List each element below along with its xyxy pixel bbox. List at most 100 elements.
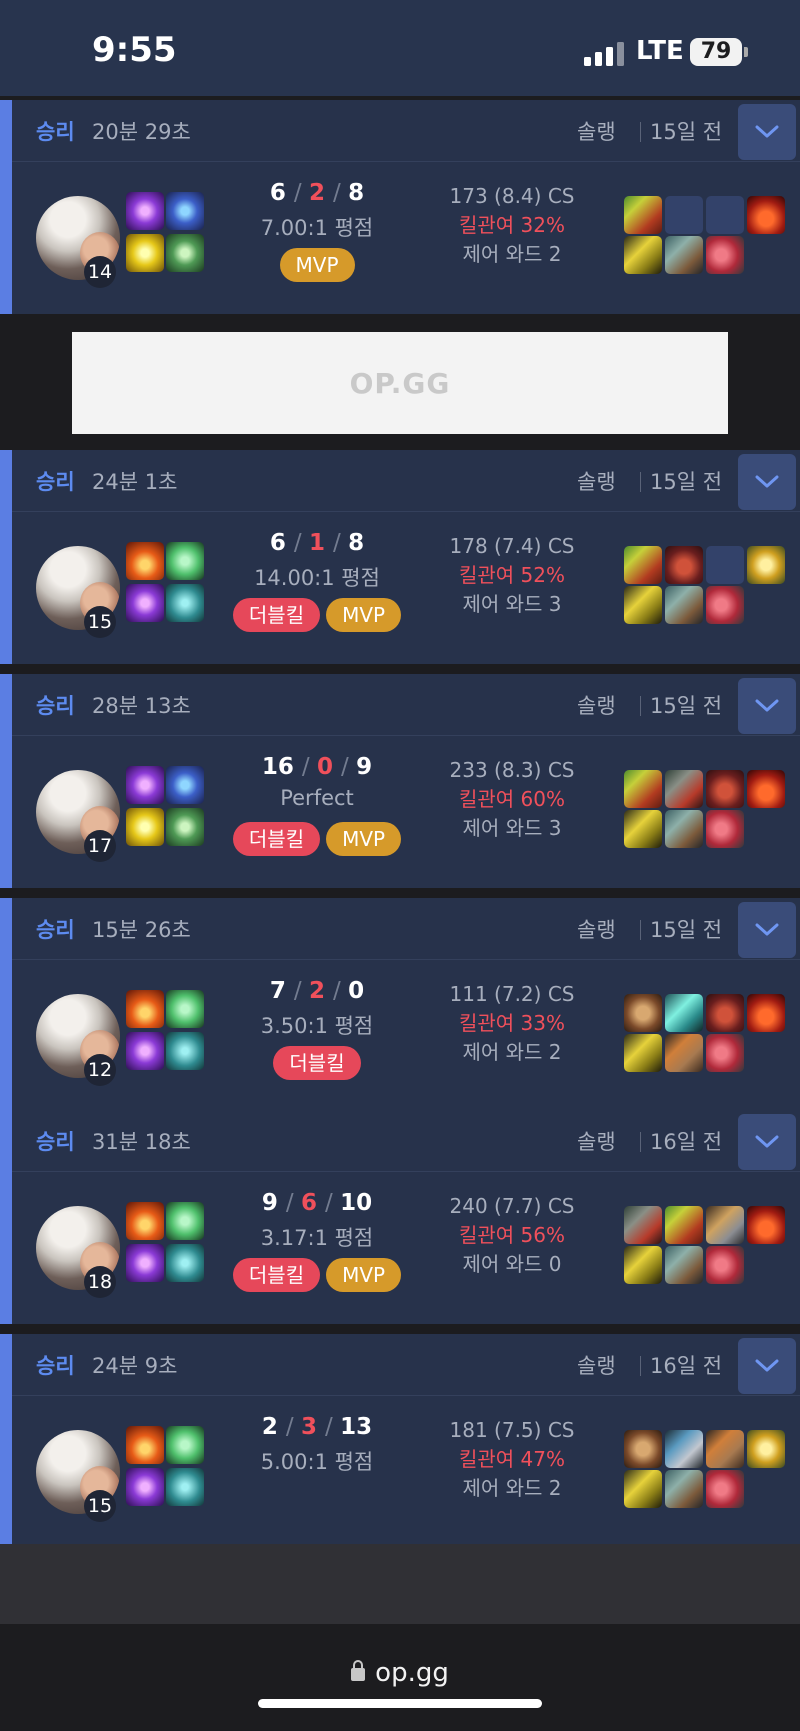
mvp-badge: MVP [326, 598, 402, 632]
match-stats: 233 (8.3) CS 킬관여 60% 제어 와드 3 [402, 756, 622, 843]
match-result: 승리 [36, 470, 75, 494]
ignite-icon [126, 990, 164, 1028]
match-duration: 28분 13초 [92, 694, 191, 718]
sunfire-item-icon[interactable] [747, 1206, 785, 1244]
kill-participation: 킬관여 32% [458, 213, 565, 237]
kill-participation: 킬관여 33% [458, 1011, 565, 1035]
match-card[interactable]: 승리 24분 1초 솔랭 15일 전 15 6 / 1 / 8 14.00:1 … [0, 450, 800, 664]
ad-content[interactable]: OP.GG [72, 332, 728, 434]
pick-item-icon[interactable] [665, 1430, 703, 1468]
trinket-icon[interactable] [624, 810, 662, 848]
empty-slot[interactable] [706, 196, 744, 234]
url-display[interactable]: op.gg [0, 1658, 800, 1688]
battery-icon: 79 [690, 38, 742, 66]
kda-slash: / [333, 530, 349, 556]
potion-item-icon[interactable] [665, 994, 703, 1032]
boots-item-icon[interactable] [706, 236, 744, 274]
match-header: 승리 31분 18초 솔랭 16일 전 [12, 1110, 800, 1172]
match-body: 18 9 / 6 / 10 3.17:1 평점 더블킬 MVP 240 (7.7)… [12, 1172, 800, 1322]
gold-item-icon[interactable] [747, 1430, 785, 1468]
header-divider [640, 1132, 641, 1152]
match-header: 승리 15분 26초 솔랭 15일 전 [12, 898, 800, 960]
hydra-item-icon[interactable] [624, 546, 662, 584]
chevron-down-icon [755, 125, 779, 138]
steelcaps-item-icon[interactable] [665, 586, 703, 624]
expand-button[interactable] [738, 1114, 796, 1170]
sunfire-item-icon[interactable] [747, 196, 785, 234]
ad-banner[interactable]: OP.GG [0, 318, 800, 450]
control-wards: 제어 와드 3 [462, 816, 562, 840]
match-card[interactable]: 승리 24분 9초 솔랭 16일 전 15 2 / 3 / 13 5.00:1 … [0, 1334, 800, 1548]
gauntlet-item-icon[interactable] [706, 994, 744, 1032]
expand-button[interactable] [738, 902, 796, 958]
status-bar: 9:55 LTE 79 [0, 0, 800, 96]
deaths: 0 [316, 754, 333, 780]
sunfire-item-icon[interactable] [747, 994, 785, 1032]
boots-item-icon[interactable] [706, 810, 744, 848]
steelcaps-item-icon[interactable] [665, 810, 703, 848]
boots-item-icon[interactable] [706, 1034, 744, 1072]
opgg-logo: OP.GG [349, 366, 451, 400]
win-accent-bar [0, 674, 12, 888]
steelcaps-item-icon[interactable] [665, 236, 703, 274]
shield-item-icon[interactable] [624, 994, 662, 1032]
expand-button[interactable] [738, 454, 796, 510]
gold-item-icon[interactable] [747, 546, 785, 584]
maw-item-icon[interactable] [665, 770, 703, 808]
expand-button[interactable] [738, 678, 796, 734]
kda-slash: / [325, 1190, 341, 1216]
empty-slot[interactable] [706, 546, 744, 584]
maw-item-icon[interactable] [624, 1206, 662, 1244]
sunfire-item-icon[interactable] [747, 770, 785, 808]
home-indicator[interactable] [258, 1699, 542, 1708]
match-result: 승리 [36, 1130, 75, 1154]
trinket-icon[interactable] [624, 586, 662, 624]
match-time-ago: 16일 전 [650, 1354, 723, 1378]
hammer-item-icon[interactable] [665, 1034, 703, 1072]
hammer-item-icon[interactable] [706, 1430, 744, 1468]
multikill-badge: 더블킬 [232, 598, 321, 632]
gauntlet-item-icon[interactable] [665, 546, 703, 584]
mvp-badge: MVP [326, 1258, 402, 1292]
cs-stat: 173 (8.4) CS [449, 184, 575, 208]
gauntlet-item-icon[interactable] [706, 770, 744, 808]
steelcaps-item-icon[interactable] [665, 1246, 703, 1284]
header-divider [640, 920, 641, 940]
empty-slot[interactable] [665, 196, 703, 234]
match-stats: 111 (7.2) CS 킬관여 33% 제어 와드 2 [402, 980, 622, 1067]
hydra-item-icon[interactable] [624, 196, 662, 234]
browser-url-bar[interactable]: op.gg [0, 1624, 800, 1731]
steelcaps-item-icon[interactable] [665, 1470, 703, 1508]
hydra-item-icon[interactable] [624, 770, 662, 808]
expand-button[interactable] [738, 104, 796, 160]
match-result: 승리 [36, 918, 75, 942]
hydra-item-icon[interactable] [665, 1206, 703, 1244]
win-accent-bar [0, 450, 12, 664]
shield-item-icon[interactable] [624, 1430, 662, 1468]
match-duration: 20분 29초 [92, 120, 191, 144]
boots-item-icon[interactable] [706, 1470, 744, 1508]
electrocute-icon [126, 1244, 164, 1282]
multikill-badge: 더블킬 [232, 1258, 321, 1292]
boots-item-icon[interactable] [706, 1246, 744, 1284]
kda-slash: / [293, 180, 309, 206]
trinket-icon[interactable] [624, 1470, 662, 1508]
kda-slash: / [293, 530, 309, 556]
match-card[interactable]: 승리 28분 13초 솔랭 15일 전 17 16 / 0 / 9 Perfec… [0, 674, 800, 888]
lock-icon [351, 1660, 366, 1681]
trinket-icon[interactable] [624, 1034, 662, 1072]
cs-stat: 178 (7.4) CS [449, 534, 575, 558]
match-card[interactable]: 승리 31분 18초 솔랭 16일 전 18 9 / 6 / 10 3.17:1… [0, 1110, 800, 1324]
boots-item-icon[interactable] [706, 586, 744, 624]
trinket-icon[interactable] [624, 236, 662, 274]
battery-tip [744, 47, 748, 57]
match-stats: 178 (7.4) CS 킬관여 52% 제어 와드 3 [402, 532, 622, 619]
match-card[interactable]: 승리 20분 29초 솔랭 15일 전 14 6 / 2 / 8 7.00:1 … [0, 100, 800, 314]
ignite-icon [126, 1202, 164, 1240]
expand-button[interactable] [738, 1338, 796, 1394]
header-divider [640, 1356, 641, 1376]
match-time-ago: 15일 전 [650, 694, 723, 718]
match-card[interactable]: 승리 15분 26초 솔랭 15일 전 12 7 / 2 / 0 3.50:1 … [0, 898, 800, 1112]
trinket-icon[interactable] [624, 1246, 662, 1284]
blade-item-icon[interactable] [706, 1206, 744, 1244]
